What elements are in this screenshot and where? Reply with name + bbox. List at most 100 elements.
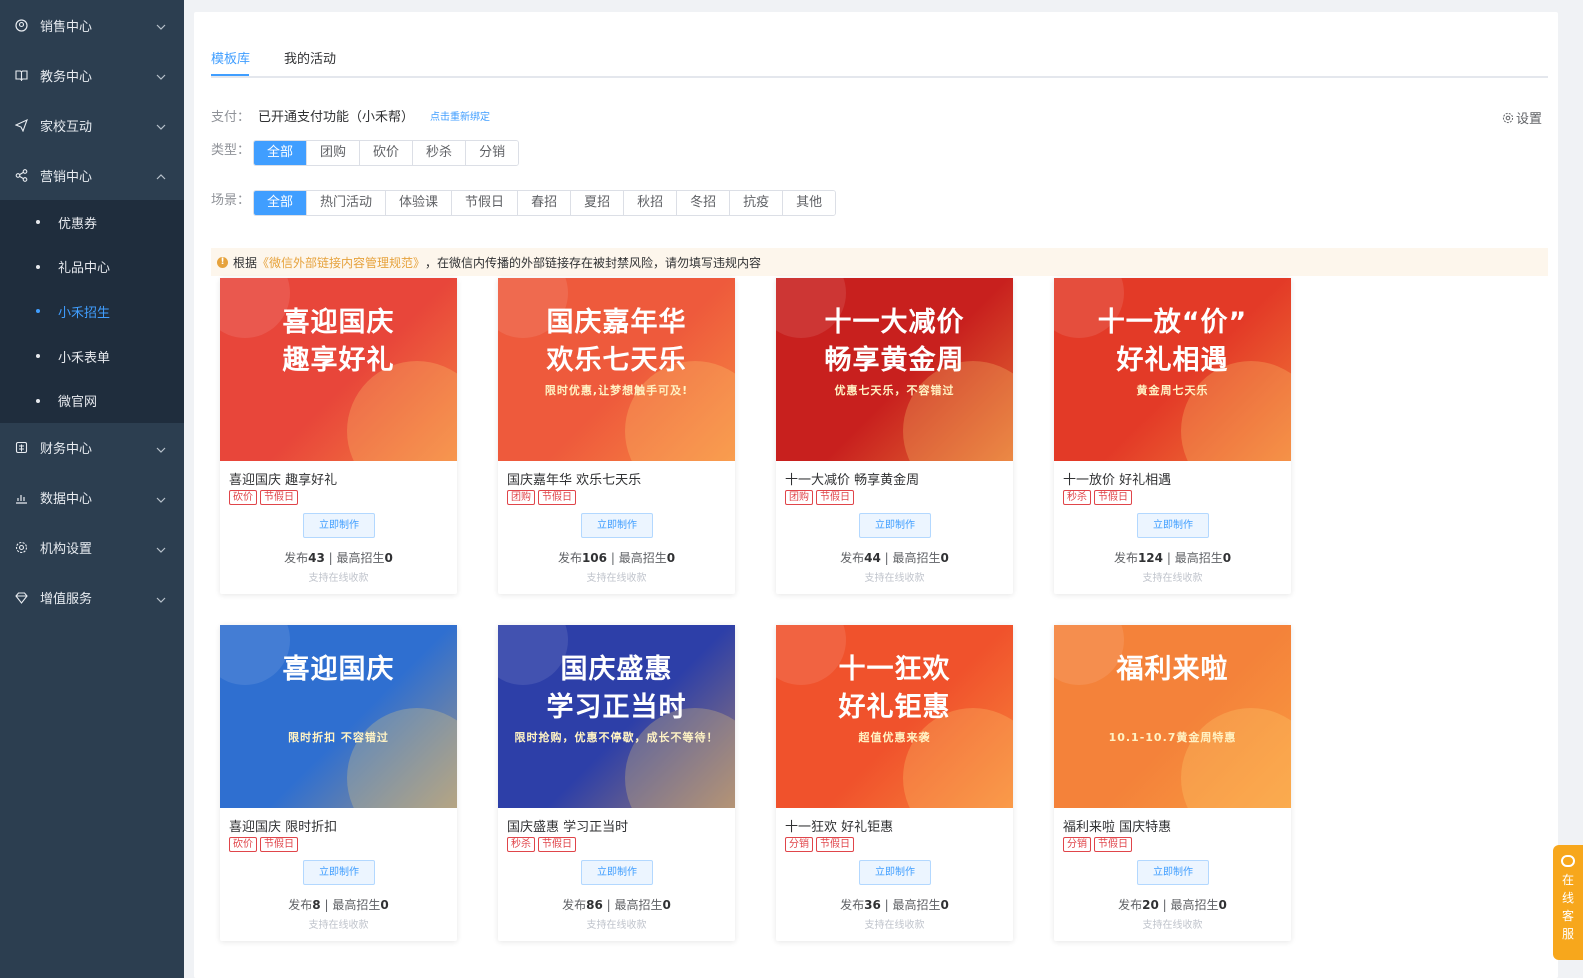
policy-link[interactable]: 《微信外部链接内容管理规范》	[257, 254, 425, 271]
nav-finance[interactable]: 财务中心	[0, 423, 184, 473]
online-service-label: 在线客服	[1561, 873, 1574, 941]
template-card[interactable]: 喜迎国庆 趣享好礼 喜迎国庆 趣享好礼 砍价 节假日 立即制作 发布43 | 最高…	[220, 278, 457, 594]
category-tag: 节假日	[1094, 837, 1132, 852]
nav-label: 营销中心	[40, 169, 93, 185]
published-count: 20	[1142, 898, 1159, 912]
scene-filter-option[interactable]: 抗疫	[729, 191, 783, 215]
scene-filter-option[interactable]: 夏招	[570, 191, 624, 215]
nav-org-settings[interactable]: 机构设置	[0, 523, 184, 573]
max-enroll-label: 最高招生	[1174, 551, 1223, 565]
scene-filter-option[interactable]: 体验课	[385, 191, 452, 215]
type-filter-row: 类型： 全部 团购 砍价 秒杀 分销	[211, 140, 520, 166]
scene-filter-option[interactable]: 冬招	[676, 191, 730, 215]
content-panel: 模板库 我的活动 支付： 已开通支付功能（小禾帮） 点击重新绑定 设置 类型： …	[194, 12, 1558, 978]
bullet-icon	[36, 220, 40, 225]
nav-label: 家校互动	[40, 119, 93, 135]
scene-filter-option[interactable]: 秋招	[623, 191, 677, 215]
poster-decoration	[347, 708, 457, 808]
template-card[interactable]: 十一大减价 畅享黄金周 优惠七天乐，不容错过 十一大减价 畅享黄金周 团购 节假日…	[776, 278, 1013, 594]
create-now-button[interactable]: 立即制作	[859, 513, 931, 538]
template-card[interactable]: 福利来啦 10.1-10.7黄金周特惠 福利来啦 国庆特惠 分销 节假日 立即制作…	[1054, 625, 1291, 941]
max-enroll-label: 最高招生	[332, 898, 381, 912]
sub-label: 优惠券	[58, 216, 98, 232]
tab-template-library[interactable]: 模板库	[211, 48, 250, 67]
create-now-button[interactable]: 立即制作	[1137, 860, 1209, 885]
tab-bar: 模板库 我的活动	[211, 40, 1548, 78]
chevron-down-icon	[156, 592, 166, 607]
chevron-down-icon	[156, 69, 166, 84]
nav-value-added[interactable]: 增值服务	[0, 573, 184, 623]
type-filter-option[interactable]: 砍价	[359, 141, 413, 165]
rebind-link[interactable]: 点击重新绑定	[430, 108, 490, 123]
card-stats: 发布8 | 最高招生0	[220, 896, 457, 913]
book-icon	[14, 68, 28, 82]
max-enroll-count: 0	[1222, 551, 1232, 565]
sidebar-item-enrollment[interactable]: 小禾招生	[0, 289, 184, 334]
nav-data[interactable]: 数据中心	[0, 473, 184, 523]
card-tags: 团购 节假日	[507, 490, 579, 505]
template-card[interactable]: 国庆盛惠 学习正当时 限时抢购，优惠不停歇，成长不等待！ 国庆盛惠 学习正当时 …	[498, 625, 735, 941]
max-enroll-label: 最高招生	[892, 551, 941, 565]
sidebar-item-coupon[interactable]: 优惠券	[0, 200, 184, 245]
published-count: 36	[864, 898, 881, 912]
template-card[interactable]: 国庆嘉年华 欢乐七天乐 限时优惠,让梦想触手可及! 国庆嘉年华 欢乐七天乐 团购…	[498, 278, 735, 594]
bullet-icon	[36, 398, 40, 403]
card-stats: 发布20 | 最高招生0	[1054, 896, 1291, 913]
sub-label: 小禾表单	[58, 350, 111, 366]
type-filter-option[interactable]: 分销	[465, 141, 519, 165]
scene-filter-option[interactable]: 热门活动	[306, 191, 386, 215]
scene-filter-row: 场景： 全部 热门活动 体验课 节假日 春招 夏招 秋招 冬招 抗疫 其他	[211, 190, 837, 216]
max-enroll-label: 最高招生	[614, 898, 663, 912]
sidebar-item-microsite[interactable]: 微官网	[0, 378, 184, 423]
nav-academic[interactable]: 教务中心	[0, 50, 184, 100]
category-tag: 节假日	[260, 490, 298, 505]
max-enroll-label: 最高招生	[618, 551, 667, 565]
chat-icon	[1561, 855, 1575, 867]
scene-filter-option[interactable]: 其他	[782, 191, 836, 215]
create-now-button[interactable]: 立即制作	[1137, 513, 1209, 538]
scene-filter-option[interactable]: 节假日	[451, 191, 518, 215]
type-filter-option[interactable]: 秒杀	[412, 141, 466, 165]
online-payment-note: 支持在线收款	[586, 920, 647, 931]
create-now-button[interactable]: 立即制作	[303, 860, 375, 885]
create-now-button[interactable]: 立即制作	[581, 513, 653, 538]
settings-button[interactable]: 设置	[1502, 108, 1542, 127]
category-tag: 秒杀	[1063, 490, 1091, 505]
sidebar-item-gift[interactable]: 礼品中心	[0, 245, 184, 290]
card-title: 十一大减价 畅享黄金周	[785, 473, 920, 488]
type-filter-option[interactable]: 团购	[306, 141, 360, 165]
card-title: 国庆嘉年华 欢乐七天乐	[507, 473, 642, 488]
max-enroll-count: 0	[940, 898, 949, 912]
template-card[interactable]: 喜迎国庆 限时折扣 不容错过 喜迎国庆 限时折扣 砍价 节假日 立即制作 发布8 …	[220, 625, 457, 941]
poster-title-line1: 喜迎国庆	[282, 307, 395, 338]
poster-image: 国庆嘉年华 欢乐七天乐 限时优惠,让梦想触手可及!	[498, 278, 735, 461]
template-card[interactable]: 十一狂欢 好礼钜惠 超值优惠来袭 十一狂欢 好礼钜惠 分销 节假日 立即制作 发布…	[776, 625, 1013, 941]
poster-title-line1: 国庆嘉年华	[546, 307, 687, 338]
online-service-button[interactable]: 在线客服	[1553, 845, 1583, 960]
template-card[interactable]: 十一放“价” 好礼相遇 黄金周七天乐 十一放价 好礼相遇 秒杀 节假日 立即制作 …	[1054, 278, 1291, 594]
category-tag: 节假日	[1094, 490, 1132, 505]
nav-sales[interactable]: 销售中心	[0, 0, 184, 50]
online-payment-note: 支持在线收款	[586, 573, 647, 584]
sidebar-item-form[interactable]: 小禾表单	[0, 334, 184, 379]
max-enroll-count: 0	[1218, 898, 1227, 912]
chevron-down-icon	[156, 442, 166, 457]
chevron-up-icon	[156, 169, 166, 184]
nav-home-school[interactable]: 家校互动	[0, 100, 184, 150]
scene-filter-option[interactable]: 春招	[517, 191, 571, 215]
poster-image: 十一放“价” 好礼相遇 黄金周七天乐	[1054, 278, 1291, 461]
chevron-down-icon	[156, 492, 166, 507]
scene-filter-option[interactable]: 全部	[254, 191, 307, 215]
share-icon	[14, 168, 28, 182]
type-filter-option[interactable]: 全部	[254, 141, 307, 165]
poster-subtitle: 10.1-10.7黄金周特惠	[1108, 731, 1237, 744]
send-icon	[14, 118, 28, 132]
nav-marketing[interactable]: 营销中心	[0, 150, 184, 200]
stats-separator: |	[607, 551, 619, 565]
card-tags: 团购 节假日	[785, 490, 857, 505]
create-now-button[interactable]: 立即制作	[581, 860, 653, 885]
tab-my-activities[interactable]: 我的活动	[284, 48, 336, 67]
create-now-button[interactable]: 立即制作	[859, 860, 931, 885]
published-count: 124	[1137, 551, 1164, 565]
create-now-button[interactable]: 立即制作	[303, 513, 375, 538]
